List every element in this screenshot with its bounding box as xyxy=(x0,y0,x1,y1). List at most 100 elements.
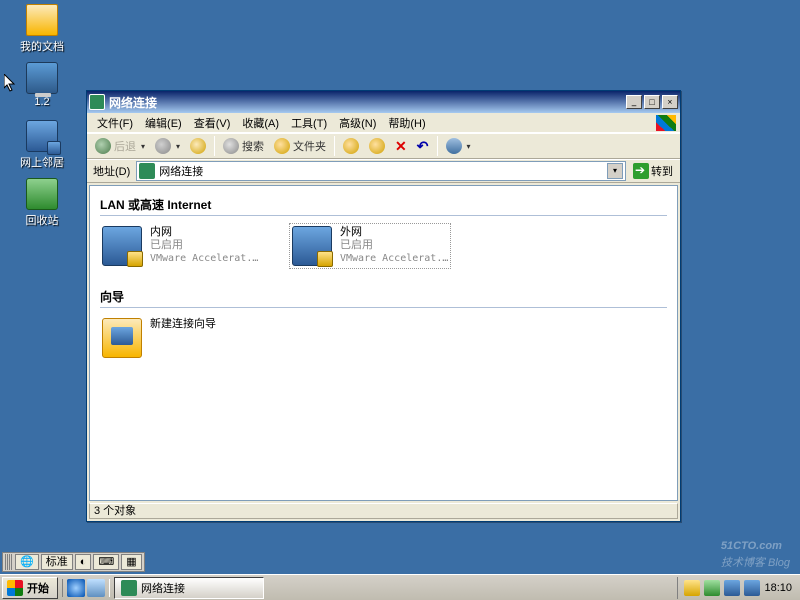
copy-to-icon xyxy=(369,138,385,154)
ime-globe-button[interactable]: 🌐 xyxy=(15,554,39,570)
tray-icon[interactable] xyxy=(684,580,700,596)
titlebar[interactable]: 网络连接 _ □ × xyxy=(87,91,680,113)
search-label: 搜索 xyxy=(242,138,264,154)
delete-button[interactable]: ✕ xyxy=(391,137,411,155)
content-pane[interactable]: LAN 或高速 Internet 内网 已启用 VMware Accelerat… xyxy=(89,185,678,501)
network-connections-icon xyxy=(121,580,137,596)
status-text: 3 个对象 xyxy=(94,505,136,517)
search-icon xyxy=(223,138,239,154)
desktop-icon-computer[interactable]: 1.2 xyxy=(12,62,72,108)
clock[interactable]: 18:10 xyxy=(764,582,792,594)
undo-icon: ↶ xyxy=(417,139,429,153)
wizard-icon xyxy=(102,318,142,358)
go-button[interactable]: 转到 xyxy=(630,162,676,180)
window-title: 网络连接 xyxy=(109,94,624,111)
forward-button[interactable] xyxy=(151,136,184,156)
ime-toolbar[interactable]: 🌐 标准 ◐ ⌨ ▦ xyxy=(2,552,145,572)
windows-flag-icon xyxy=(7,580,23,596)
delete-icon: ✕ xyxy=(395,139,407,153)
folders-icon xyxy=(274,138,290,154)
copy-to-button[interactable] xyxy=(365,136,389,156)
ime-keyboard-button[interactable]: ⌨ xyxy=(93,554,119,570)
folders-label: 文件夹 xyxy=(293,138,326,154)
wizard-item-new-connection[interactable]: 新建连接向导 xyxy=(100,316,260,360)
undo-button[interactable]: ↶ xyxy=(413,137,433,155)
move-to-icon xyxy=(343,138,359,154)
wizard-name: 新建连接向导 xyxy=(150,318,216,331)
back-button[interactable]: 后退 xyxy=(91,136,149,156)
minimize-button[interactable]: _ xyxy=(626,95,642,109)
quick-launch-ie-icon[interactable] xyxy=(67,579,85,597)
tray-network-icon[interactable] xyxy=(724,580,740,596)
connection-item-external[interactable]: 外网 已启用 VMware Accelerat... xyxy=(290,224,450,268)
group-header-lan: LAN 或高速 Internet xyxy=(100,192,667,216)
network-connections-icon xyxy=(139,163,155,179)
desktop-icon-label: 网上邻居 xyxy=(12,154,72,170)
back-icon xyxy=(95,138,111,154)
windows-flag-icon xyxy=(656,115,676,131)
separator xyxy=(334,136,335,156)
folders-button[interactable]: 文件夹 xyxy=(270,136,330,156)
desktop-icon-network-places[interactable]: 网上邻居 xyxy=(12,120,72,170)
taskbar: 开始 网络连接 18:10 xyxy=(0,574,800,600)
ime-options-button[interactable]: ▦ xyxy=(121,554,141,570)
connection-name: 内网 xyxy=(150,226,260,239)
quick-launch xyxy=(62,579,110,597)
watermark: 51CTO.com 技术博客 Blog xyxy=(721,533,790,570)
connection-status: 已启用 xyxy=(150,239,260,252)
menu-file[interactable]: 文件(F) xyxy=(91,114,139,132)
ime-grip[interactable] xyxy=(5,554,13,570)
recycle-bin-icon xyxy=(26,178,58,210)
separator xyxy=(437,136,438,156)
tray-network-icon[interactable] xyxy=(744,580,760,596)
connection-detail: VMware Accelerat... xyxy=(340,252,450,265)
up-button[interactable] xyxy=(186,136,210,156)
desktop-icon-my-documents[interactable]: 我的文档 xyxy=(12,4,72,54)
back-label: 后退 xyxy=(114,138,136,154)
separator xyxy=(214,136,215,156)
go-label: 转到 xyxy=(651,163,673,179)
connection-status: 已启用 xyxy=(340,239,450,252)
taskbar-button-network-connections[interactable]: 网络连接 xyxy=(114,577,264,599)
connection-detail: VMware Accelerat... xyxy=(150,252,260,265)
menu-help[interactable]: 帮助(H) xyxy=(382,114,431,132)
forward-icon xyxy=(155,138,171,154)
address-field[interactable]: 网络连接 ▾ xyxy=(136,161,626,181)
search-button[interactable]: 搜索 xyxy=(219,136,268,156)
watermark-main: 51CTO.com xyxy=(721,540,782,552)
folder-icon xyxy=(26,4,58,36)
menu-tools[interactable]: 工具(T) xyxy=(285,114,333,132)
quick-launch-show-desktop-icon[interactable] xyxy=(87,579,105,597)
menu-view[interactable]: 查看(V) xyxy=(188,114,237,132)
network-adapter-icon xyxy=(292,226,332,266)
ime-mode-label[interactable]: 标准 xyxy=(41,554,73,570)
menu-advanced[interactable]: 高级(N) xyxy=(333,114,382,132)
start-button[interactable]: 开始 xyxy=(2,577,58,599)
start-label: 开始 xyxy=(27,580,49,596)
menu-favorites[interactable]: 收藏(A) xyxy=(236,114,285,132)
group-header-wizard: 向导 xyxy=(100,284,667,308)
menubar: 文件(F) 编辑(E) 查看(V) 收藏(A) 工具(T) 高级(N) 帮助(H… xyxy=(87,113,680,133)
window-network-connections: 网络连接 _ □ × 文件(F) 编辑(E) 查看(V) 收藏(A) 工具(T)… xyxy=(86,90,681,522)
views-button[interactable] xyxy=(442,136,475,156)
statusbar: 3 个对象 xyxy=(89,503,678,519)
close-button[interactable]: × xyxy=(662,95,678,109)
address-dropdown[interactable]: ▾ xyxy=(607,163,623,179)
move-to-button[interactable] xyxy=(339,136,363,156)
up-icon xyxy=(190,138,206,154)
desktop-icon-recycle-bin[interactable]: 回收站 xyxy=(12,178,72,228)
views-icon xyxy=(446,138,462,154)
addressbar: 地址(D) 网络连接 ▾ 转到 xyxy=(87,159,680,183)
tray-icon[interactable] xyxy=(704,580,720,596)
go-icon xyxy=(633,163,649,179)
address-label: 地址(D) xyxy=(91,163,132,179)
connection-item-internal[interactable]: 内网 已启用 VMware Accelerat... xyxy=(100,224,260,268)
maximize-button[interactable]: □ xyxy=(644,95,660,109)
network-adapter-icon xyxy=(102,226,142,266)
computer-icon xyxy=(26,62,58,94)
connection-name: 外网 xyxy=(340,226,450,239)
ime-shape-button[interactable]: ◐ xyxy=(75,554,92,570)
menu-edit[interactable]: 编辑(E) xyxy=(139,114,188,132)
network-places-icon xyxy=(26,120,58,152)
desktop-icon-label: 1.2 xyxy=(12,96,72,108)
